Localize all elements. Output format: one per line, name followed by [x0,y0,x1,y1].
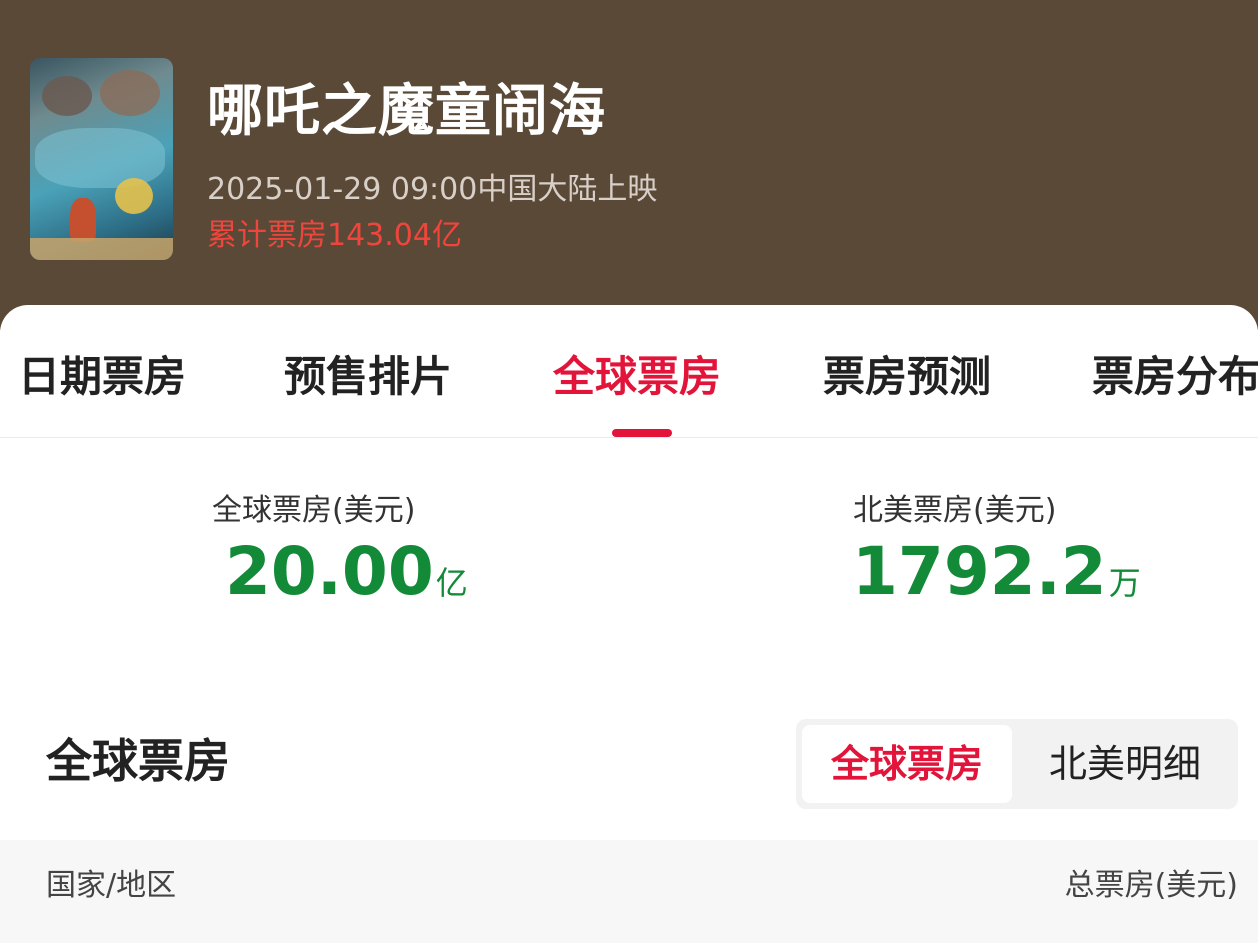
global-value-number: 20.00 [225,533,434,610]
table-header: 国家/地区 总票房(美元) [0,840,1258,943]
cumulative-box-office: 累计票房143.04亿 [207,218,462,253]
global-box-office-value: 20.00亿 [225,533,468,610]
tab-bar: 日期票房 预售排片 全球票房 票房预测 票房分布 [0,305,1258,438]
poster-hero [70,198,96,242]
poster-logo [115,178,153,214]
poster-figure [42,76,92,116]
global-value-unit: 亿 [435,564,468,602]
scope-toggle: 全球票房 北美明细 [796,719,1238,809]
active-tab-indicator [612,429,672,437]
north-america-box-office-label: 北美票房(美元) [853,493,1057,528]
tab-daily-box-office[interactable]: 日期票房 [18,343,186,404]
tab-global-box-office[interactable]: 全球票房 [553,343,721,404]
poster-figure [100,70,160,116]
poster-wave [35,128,165,188]
release-info: 2025-01-29 09:00中国大陆上映 [207,172,658,207]
tab-box-office-forecast[interactable]: 票房预测 [823,343,991,404]
toggle-global-box-office[interactable]: 全球票房 [802,725,1012,803]
content-sheet: 日期票房 预售排片 全球票房 票房预测 票房分布 全球票房(美元) 20.00亿… [0,305,1258,943]
north-america-value-number: 1792.2 [852,533,1107,610]
column-country-region: 国家/地区 [46,868,177,903]
north-america-value-unit: 万 [1108,564,1141,602]
movie-title: 哪吒之魔童闹海 [207,79,606,144]
global-box-office-label: 全球票房(美元) [212,493,416,528]
section-title: 全球票房 [46,734,230,788]
north-america-box-office-value: 1792.2万 [852,533,1141,610]
poster-footer [30,238,173,260]
tab-box-office-distribution[interactable]: 票房分布 [1092,343,1258,404]
toggle-north-america-detail[interactable]: 北美明细 [1018,725,1232,803]
column-total-box-office: 总票房(美元) [1064,868,1238,903]
movie-poster-image[interactable] [30,58,173,260]
tab-presale-schedule[interactable]: 预售排片 [284,343,452,404]
movie-header: 哪吒之魔童闹海 2025-01-29 09:00中国大陆上映 累计票房143.0… [0,0,1258,330]
